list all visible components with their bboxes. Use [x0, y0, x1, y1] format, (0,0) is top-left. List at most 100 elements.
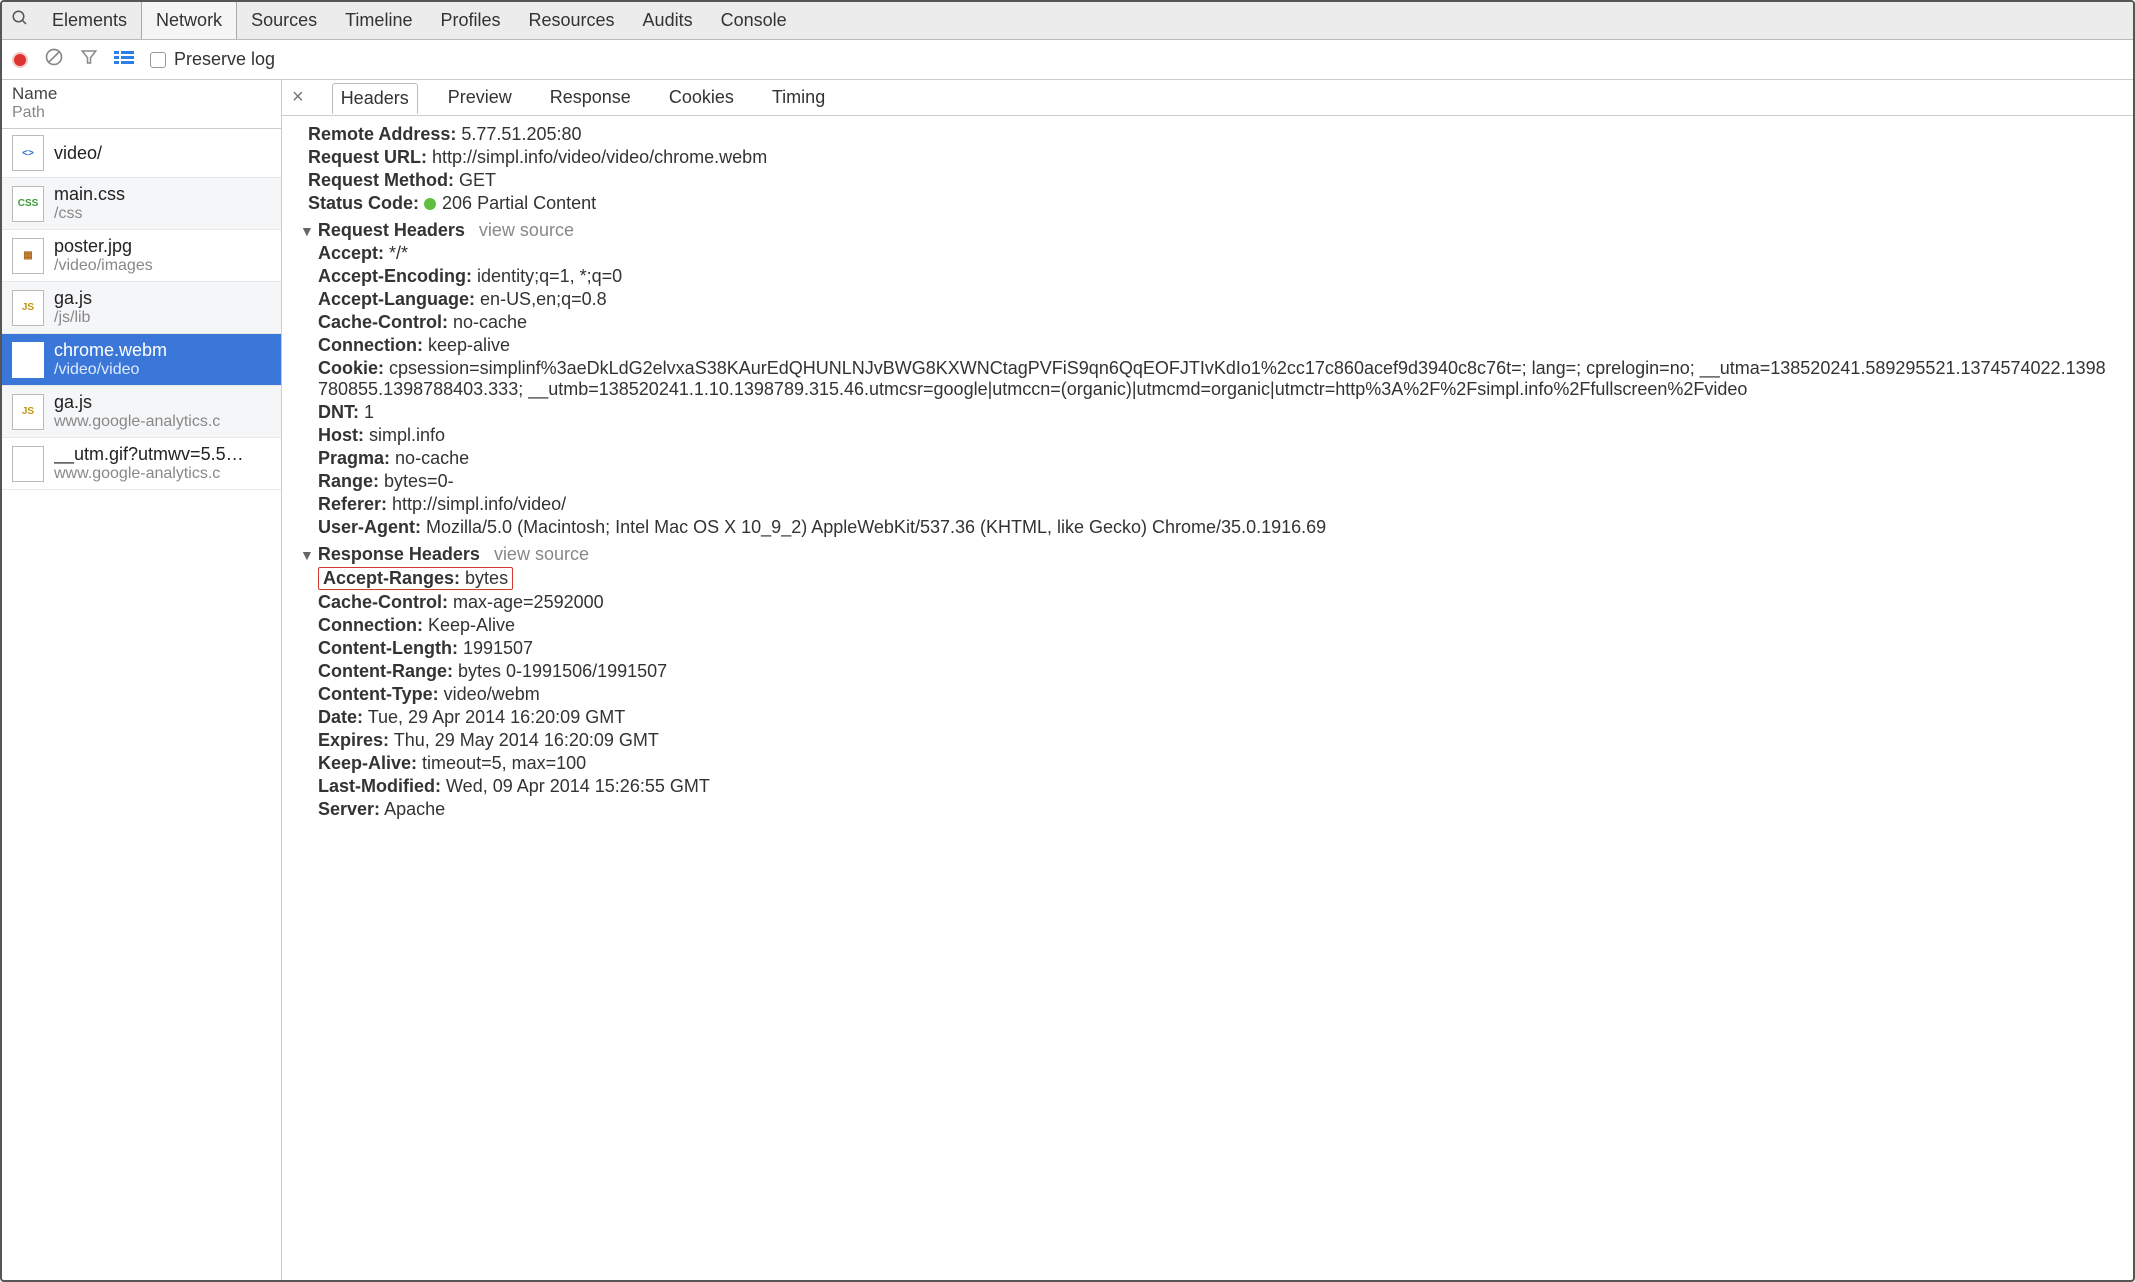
filter-icon[interactable]: [80, 48, 98, 72]
header-key: Content-Type:: [318, 684, 439, 704]
header-row: Connection: Keep-Alive: [318, 615, 2115, 636]
header-row: Accept-Language: en-US,en;q=0.8: [318, 289, 2115, 310]
request-url-label: Request URL:: [308, 147, 427, 167]
status-code-label: Status Code:: [308, 193, 419, 213]
detail-tab-response[interactable]: Response: [542, 83, 639, 112]
file-type-icon: [12, 446, 44, 482]
response-headers-section-head[interactable]: ▼Response Headers view source: [300, 544, 2115, 565]
header-value: 1991507: [463, 638, 533, 658]
request-method-value: GET: [459, 170, 496, 190]
request-row[interactable]: ▦poster.jpg/video/images: [2, 230, 281, 282]
header-value: http://simpl.info/video/: [392, 494, 566, 514]
request-row[interactable]: JSga.jswww.google-analytics.c: [2, 386, 281, 438]
top-tab-timeline[interactable]: Timeline: [331, 2, 426, 39]
top-tab-sources[interactable]: Sources: [237, 2, 331, 39]
header-row: Range: bytes=0-: [318, 471, 2115, 492]
close-icon[interactable]: ×: [292, 86, 310, 109]
view-source-link[interactable]: view source: [479, 220, 574, 241]
top-tab-audits[interactable]: Audits: [629, 2, 707, 39]
header-key: Connection:: [318, 615, 423, 635]
request-path: /video/images: [54, 257, 153, 275]
file-type-icon: [12, 342, 44, 378]
search-icon[interactable]: [2, 9, 38, 33]
record-button[interactable]: [12, 52, 28, 68]
header-value: 1: [364, 402, 374, 422]
header-row: Host: simpl.info: [318, 425, 2115, 446]
status-dot-icon: [424, 198, 436, 210]
status-code-value: 206 Partial Content: [442, 193, 596, 213]
header-row: Content-Range: bytes 0-1991506/1991507: [318, 661, 2115, 682]
request-method-label: Request Method:: [308, 170, 454, 190]
header-row: Cache-Control: max-age=2592000: [318, 592, 2115, 613]
header-value: Apache: [384, 799, 445, 819]
request-row[interactable]: <>video/: [2, 129, 281, 178]
detail-tab-preview[interactable]: Preview: [440, 83, 520, 112]
header-key: Server:: [318, 799, 380, 819]
header-row: Content-Length: 1991507: [318, 638, 2115, 659]
column-name: Name: [12, 84, 271, 104]
header-row: Pragma: no-cache: [318, 448, 2115, 469]
file-type-icon: ▦: [12, 238, 44, 274]
request-name: chrome.webm: [54, 340, 167, 361]
header-key: Host:: [318, 425, 364, 445]
header-value: timeout=5, max=100: [422, 753, 586, 773]
request-row[interactable]: CSSmain.css/css: [2, 178, 281, 230]
request-url-value: http://simpl.info/video/video/chrome.web…: [432, 147, 767, 167]
header-value: max-age=2592000: [453, 592, 604, 612]
header-key: Date:: [318, 707, 363, 727]
request-row[interactable]: JS ga.js/js/lib: [2, 282, 281, 334]
header-row: Cache-Control: no-cache: [318, 312, 2115, 333]
remote-address-label: Remote Address:: [308, 124, 456, 144]
request-row[interactable]: chrome.webm/video/video: [2, 334, 281, 386]
header-row: Content-Type: video/webm: [318, 684, 2115, 705]
request-row[interactable]: __utm.gif?utmwv=5.5…www.google-analytics…: [2, 438, 281, 490]
header-row: Accept-Encoding: identity;q=1, *;q=0: [318, 266, 2115, 287]
clear-icon[interactable]: [44, 47, 64, 73]
header-row: Expires: Thu, 29 May 2014 16:20:09 GMT: [318, 730, 2115, 751]
header-row: DNT: 1: [318, 402, 2115, 423]
request-headers-section-head[interactable]: ▼Request Headers view source: [300, 220, 2115, 241]
main-split: Name Path <>video/CSSmain.css/css▦poster…: [2, 80, 2133, 1280]
request-list-panel: Name Path <>video/CSSmain.css/css▦poster…: [2, 80, 282, 1280]
header-row: Referer: http://simpl.info/video/: [318, 494, 2115, 515]
response-headers-title: Response Headers: [318, 544, 480, 564]
detail-tab-headers[interactable]: Headers: [332, 83, 418, 114]
request-name: ga.js: [54, 288, 92, 309]
request-list-header: Name Path: [2, 80, 281, 129]
chevron-down-icon: ▼: [300, 547, 314, 563]
header-key: Accept-Ranges:: [323, 568, 460, 588]
request-headers-title: Request Headers: [318, 220, 465, 240]
header-key: Last-Modified:: [318, 776, 441, 796]
preserve-log-checkbox[interactable]: [150, 52, 166, 68]
top-tab-console[interactable]: Console: [707, 2, 801, 39]
view-source-link[interactable]: view source: [494, 544, 589, 565]
request-list: <>video/CSSmain.css/css▦poster.jpg/video…: [2, 129, 281, 1280]
preserve-log-label: Preserve log: [174, 49, 275, 70]
request-name: main.css: [54, 184, 125, 205]
header-key: Referer:: [318, 494, 387, 514]
devtools-window: ElementsNetworkSourcesTimelineProfilesRe…: [0, 0, 2135, 1282]
detail-tab-cookies[interactable]: Cookies: [661, 83, 742, 112]
header-row: Date: Tue, 29 Apr 2014 16:20:09 GMT: [318, 707, 2115, 728]
request-path: www.google-analytics.c: [54, 413, 220, 431]
header-value: en-US,en;q=0.8: [480, 289, 607, 309]
request-path: /js/lib: [54, 309, 92, 327]
header-value: cpsession=simplinf%3aeDkLdG2elvxaS38KAur…: [318, 358, 2106, 399]
top-tab-resources[interactable]: Resources: [515, 2, 629, 39]
top-tab-network[interactable]: Network: [141, 2, 237, 39]
detail-tab-timing[interactable]: Timing: [764, 83, 833, 112]
request-headers-list: Accept: */*Accept-Encoding: identity;q=1…: [300, 243, 2115, 538]
top-tab-elements[interactable]: Elements: [38, 2, 141, 39]
header-key: Cookie:: [318, 358, 384, 378]
file-type-icon: JS: [12, 290, 44, 326]
request-name: video/: [54, 143, 102, 164]
header-key: Range:: [318, 471, 379, 491]
header-key: User-Agent:: [318, 517, 421, 537]
top-tab-profiles[interactable]: Profiles: [426, 2, 514, 39]
column-path: Path: [12, 104, 271, 122]
header-value: bytes: [465, 568, 508, 588]
header-key: Accept-Language:: [318, 289, 475, 309]
view-toggle-icon[interactable]: [114, 48, 134, 71]
headers-body: Remote Address: 5.77.51.205:80 Request U…: [282, 116, 2133, 1280]
header-value: keep-alive: [428, 335, 510, 355]
